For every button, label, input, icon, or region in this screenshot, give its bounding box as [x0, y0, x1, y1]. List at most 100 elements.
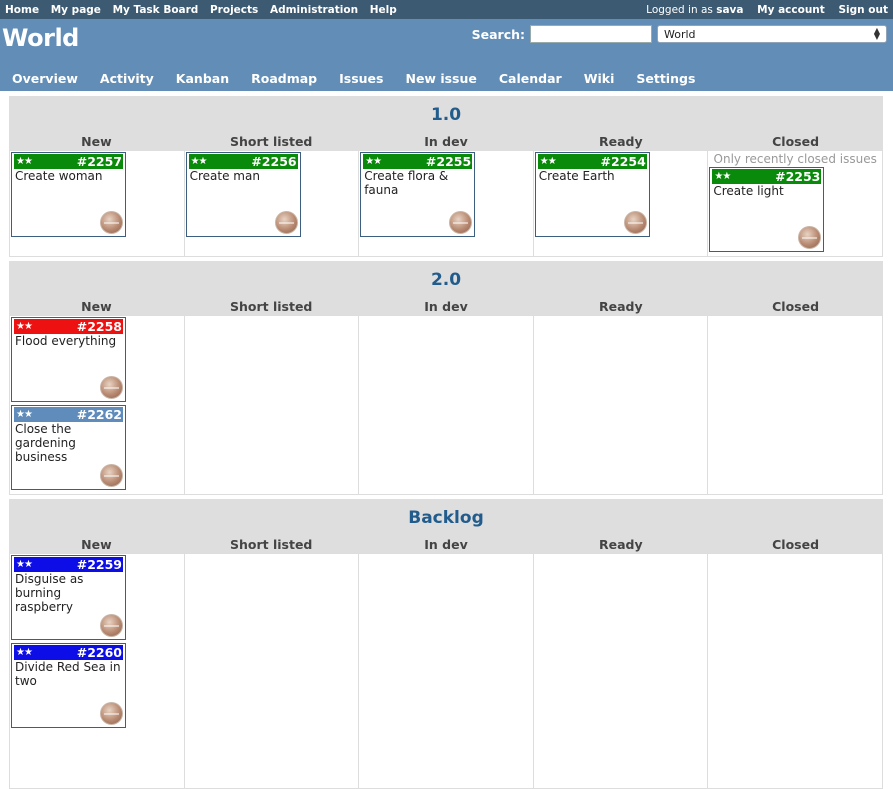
priority-stars-icon: ★★	[539, 156, 557, 167]
top-menu-projects[interactable]: Projects	[210, 4, 258, 16]
search-area: Search: World ▲ ▼	[472, 25, 887, 43]
card-tracker-bar: ★★ #2258	[14, 319, 123, 334]
main-menu: Overview Activity Kanban Roadmap Issues …	[0, 66, 893, 91]
top-menu-my-task-board[interactable]: My Task Board	[113, 4, 199, 16]
top-menu-my-page[interactable]: My page	[51, 4, 101, 16]
issue-id-link[interactable]: #2254	[601, 154, 646, 169]
column-header: Short listed	[229, 134, 313, 149]
tab-wiki[interactable]: Wiki	[584, 71, 615, 86]
lane-column: ★★ #2257 Create woman	[10, 151, 185, 256]
issue-subject: Flood everything	[15, 334, 117, 348]
version-section: Backlog New Short listed In dev Ready Closed ★…	[9, 499, 883, 789]
sign-out-link[interactable]: Sign out	[838, 4, 888, 16]
issue-card[interactable]: ★★ #2259 Disguise as burning raspberry	[11, 555, 126, 640]
top-menu-help[interactable]: Help	[370, 4, 397, 16]
top-menu-administration[interactable]: Administration	[270, 4, 358, 16]
priority-stars-icon: ★★	[16, 559, 33, 570]
lane-column	[534, 316, 709, 494]
logged-in-label: Logged in as sava	[646, 4, 743, 16]
issue-id-link[interactable]: #2255	[426, 154, 471, 169]
issue-subject: Disguise as burning raspberry	[15, 572, 84, 614]
issue-card[interactable]: ★★ #2257 Create woman	[11, 152, 126, 237]
assignee-avatar	[100, 376, 123, 399]
issue-subject: Divide Red Sea in two	[15, 660, 121, 688]
project-title: World	[2, 24, 79, 52]
card-tracker-bar: ★★ #2262	[14, 407, 123, 422]
version-title[interactable]: Backlog	[9, 499, 883, 537]
lane-column	[708, 554, 882, 788]
swimlane: ★★ #2259 Disguise as burning raspberry ★★ #2…	[9, 553, 883, 789]
issue-card[interactable]: ★★ #2254 Create Earth	[534, 152, 650, 237]
issue-id-link[interactable]: #2259	[77, 557, 122, 572]
column-header: New	[81, 537, 112, 552]
lane-column	[708, 316, 882, 494]
assignee-avatar	[449, 211, 473, 234]
swimlane: ★★ #2258 Flood everything ★★ #2262 Close the …	[9, 315, 883, 495]
top-menu: Home My page My Task Board Projects Admi…	[0, 0, 893, 19]
column-header: New	[81, 299, 112, 314]
assignee-avatar	[100, 464, 123, 487]
version-section: 1.0 New Short listed In dev Ready Closed ★★ #22…	[9, 96, 883, 257]
issue-id-link[interactable]: #2258	[77, 319, 122, 334]
project-jump-select[interactable]: World ▲ ▼	[657, 25, 887, 43]
column-header: In dev	[424, 299, 468, 314]
my-account-link[interactable]: My account	[757, 4, 825, 16]
assignee-avatar	[100, 614, 123, 637]
column-header: Closed	[772, 134, 820, 149]
assignee-avatar	[798, 226, 822, 249]
version-title[interactable]: 2.0	[9, 261, 883, 299]
issue-subject: Create light	[713, 184, 784, 198]
version-section: 2.0 New Short listed In dev Ready Closed ★★ #22…	[9, 261, 883, 495]
tab-settings[interactable]: Settings	[636, 71, 695, 86]
column-header: Ready	[598, 134, 643, 149]
tab-calendar[interactable]: Calendar	[499, 71, 562, 86]
priority-stars-icon: ★★	[16, 647, 33, 658]
lane-column: ★★ #2255 Create flora & fauna	[359, 151, 534, 256]
column-headers: New Short listed In dev Ready Closed	[9, 299, 883, 315]
issue-card[interactable]: ★★ #2260 Divide Red Sea in two	[11, 643, 126, 728]
tab-activity[interactable]: Activity	[100, 71, 154, 86]
card-tracker-bar: ★★ #2257	[14, 154, 123, 169]
issue-card[interactable]: ★★ #2256 Create man	[185, 152, 301, 237]
tab-issues[interactable]: Issues	[339, 71, 383, 86]
column-header: Closed	[772, 537, 820, 552]
lane-column: ★★ #2256 Create man	[185, 151, 360, 256]
kanban-board: 1.0 New Short listed In dev Ready Closed ★★ #22…	[0, 91, 893, 789]
lane-column	[534, 554, 709, 788]
column-header: In dev	[424, 134, 468, 149]
assignee-avatar	[100, 211, 123, 234]
tab-roadmap[interactable]: Roadmap	[251, 71, 317, 86]
card-tracker-bar: ★★ #2253	[712, 169, 822, 184]
column-header: Short listed	[229, 537, 313, 552]
issue-subject: Close the gardening business	[15, 422, 76, 464]
priority-stars-icon: ★★	[16, 156, 33, 167]
issue-id-link[interactable]: #2260	[77, 645, 122, 660]
version-title[interactable]: 1.0	[9, 96, 883, 134]
lane-column	[359, 554, 534, 788]
priority-stars-icon: ★★	[190, 156, 208, 167]
column-header: New	[81, 134, 112, 149]
lane-column: Only recently closed issues ★★ #2253 Create…	[708, 151, 882, 256]
issue-card[interactable]: ★★ #2258 Flood everything	[11, 317, 126, 402]
priority-stars-icon: ★★	[16, 321, 33, 332]
lane-column	[185, 316, 360, 494]
issue-subject: Create Earth	[538, 169, 615, 183]
assignee-avatar	[100, 702, 123, 725]
logged-in-user[interactable]: sava	[716, 4, 743, 16]
search-input[interactable]	[530, 25, 652, 43]
column-header: Closed	[772, 299, 820, 314]
issue-card[interactable]: ★★ #2262 Close the gardening business	[11, 405, 126, 490]
issue-card[interactable]: ★★ #2255 Create flora & fauna	[360, 152, 476, 237]
issue-id-link[interactable]: #2256	[251, 154, 296, 169]
issue-id-link[interactable]: #2257	[77, 154, 122, 169]
card-tracker-bar: ★★ #2259	[14, 557, 123, 572]
card-tracker-bar: ★★ #2255	[363, 154, 473, 169]
issue-id-link[interactable]: #2253	[775, 169, 820, 184]
issue-card[interactable]: ★★ #2253 Create light	[709, 167, 825, 252]
tab-new-issue[interactable]: New issue	[405, 71, 476, 86]
tab-overview[interactable]: Overview	[12, 71, 78, 86]
assignee-avatar	[274, 211, 298, 234]
top-menu-home[interactable]: Home	[5, 4, 39, 16]
issue-id-link[interactable]: #2262	[77, 407, 122, 422]
tab-kanban[interactable]: Kanban	[176, 71, 229, 86]
